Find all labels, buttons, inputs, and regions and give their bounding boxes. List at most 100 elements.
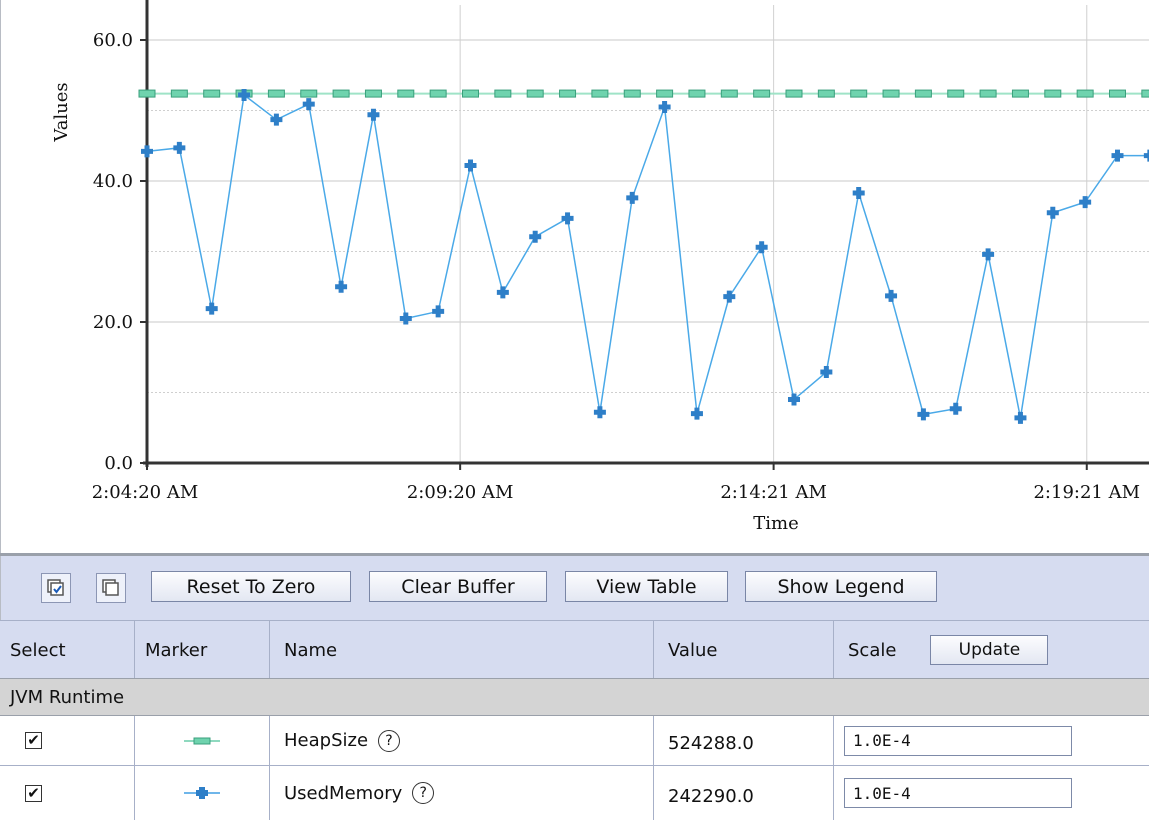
heapsize-point bbox=[591, 89, 609, 98]
row-checkbox[interactable]: ✔ bbox=[25, 732, 42, 749]
row-checkbox[interactable]: ✔ bbox=[25, 784, 42, 802]
x-tick-label: 2:19:21 AM bbox=[1033, 482, 1140, 503]
heapsize-point bbox=[656, 89, 674, 98]
usedmemory-point bbox=[529, 230, 542, 243]
usedmemory-point bbox=[464, 159, 477, 172]
scale-cell bbox=[834, 716, 1149, 765]
usedmemory-point bbox=[690, 407, 703, 420]
x-tick-label: 2:09:20 AM bbox=[407, 482, 514, 503]
reset-to-zero-button[interactable]: Reset To Zero bbox=[151, 571, 351, 602]
heapsize-point bbox=[494, 89, 512, 98]
heapsize-point bbox=[914, 89, 932, 98]
heapsize-point bbox=[979, 89, 997, 98]
heapsize-point bbox=[947, 89, 965, 98]
usedmemory-point bbox=[917, 408, 930, 421]
scale-cell bbox=[834, 766, 1149, 820]
column-header-marker[interactable]: Marker bbox=[135, 621, 270, 679]
y-tick-label: 40.0 bbox=[93, 171, 133, 192]
usedmemory-marker-icon bbox=[184, 787, 220, 799]
heapsize-point bbox=[267, 89, 285, 98]
heapsize-point bbox=[429, 89, 447, 98]
chart-area: 0.0 20.0 40.0 60.0 2:04:20 AM 2:09:20 AM 2:14:… bbox=[0, 0, 1149, 553]
heapsize-point bbox=[882, 89, 900, 98]
name-cell: UsedMemory ? bbox=[270, 766, 654, 820]
show-legend-button[interactable]: Show Legend bbox=[745, 571, 937, 602]
marker-cell bbox=[135, 766, 270, 820]
heapsize-marker-icon bbox=[184, 737, 220, 744]
heapsize-point bbox=[817, 89, 835, 98]
usedmemory-series-line bbox=[146, 93, 1149, 419]
heapsize-point bbox=[364, 89, 382, 98]
update-button[interactable]: Update bbox=[930, 635, 1049, 665]
usedmemory-point bbox=[852, 186, 865, 199]
heapsize-point bbox=[138, 89, 156, 98]
heapsize-point bbox=[1076, 89, 1094, 98]
heapsize-point bbox=[753, 89, 771, 98]
heapsize-point bbox=[785, 89, 803, 98]
heapsize-point bbox=[462, 89, 479, 98]
group-label: JVM Runtime bbox=[10, 686, 125, 708]
heapsize-point bbox=[332, 89, 350, 98]
marker-cell bbox=[135, 716, 270, 765]
usedmemory-point bbox=[270, 113, 283, 126]
scale-label: Scale bbox=[848, 639, 897, 661]
y-tick-label: 20.0 bbox=[93, 312, 133, 333]
name-cell: HeapSize ? bbox=[270, 716, 654, 765]
x-axis-title: Time bbox=[753, 513, 798, 534]
heapsize-point bbox=[720, 89, 738, 98]
usedmemory-point bbox=[593, 406, 606, 419]
usedmemory-point bbox=[1143, 149, 1149, 162]
heapsize-point bbox=[559, 89, 577, 98]
scale-input[interactable] bbox=[844, 725, 1072, 756]
heapsize-point bbox=[1109, 89, 1126, 98]
table-header: Select Marker Name Value Scale Update bbox=[0, 620, 1149, 679]
usedmemory-point bbox=[335, 280, 348, 293]
row-name: HeapSize bbox=[284, 730, 369, 751]
clear-buffer-button[interactable]: Clear Buffer bbox=[369, 571, 547, 602]
column-header-value[interactable]: Value bbox=[654, 621, 834, 679]
usedmemory-point bbox=[626, 191, 639, 204]
heapsize-point bbox=[170, 89, 188, 98]
usedmemory-point bbox=[1079, 196, 1092, 209]
usedmemory-point bbox=[755, 241, 768, 254]
deselect-all-icon[interactable] bbox=[96, 573, 126, 603]
usedmemory-point bbox=[1014, 411, 1027, 424]
view-table-button[interactable]: View Table bbox=[565, 571, 728, 602]
value-cell: 242290.0 bbox=[654, 766, 834, 820]
toolbar: Reset To Zero Clear Buffer View Table Sh… bbox=[0, 556, 1149, 620]
usedmemory-point bbox=[561, 212, 574, 225]
select-cell: ✔ bbox=[0, 766, 135, 820]
y-tick-label: 60.0 bbox=[93, 30, 133, 51]
usedmemory-point bbox=[399, 312, 412, 325]
column-header-name[interactable]: Name bbox=[270, 621, 654, 679]
usedmemory-point bbox=[367, 108, 380, 121]
heapsize-point bbox=[850, 89, 868, 98]
row-value: 524288.0 bbox=[668, 733, 754, 754]
heapsize-point bbox=[1141, 89, 1149, 98]
scale-input[interactable] bbox=[844, 778, 1072, 808]
usedmemory-point bbox=[1111, 149, 1124, 162]
help-icon[interactable]: ? bbox=[412, 782, 435, 804]
heapsize-point bbox=[526, 89, 544, 98]
y-tick-label: 0.0 bbox=[104, 453, 133, 474]
usedmemory-point bbox=[496, 286, 509, 299]
heapsize-point bbox=[397, 89, 415, 98]
x-tick-label: 2:14:21 AM bbox=[720, 482, 827, 503]
usedmemory-point bbox=[141, 145, 153, 158]
usedmemory-point bbox=[982, 248, 995, 261]
heapsize-point bbox=[300, 89, 318, 98]
column-header-select[interactable]: Select bbox=[0, 621, 135, 679]
heapsize-point bbox=[623, 89, 641, 98]
heapsize-point bbox=[688, 89, 706, 98]
column-header-scale: Scale Update bbox=[834, 621, 1149, 679]
grid-lines bbox=[147, 5, 1149, 463]
usedmemory-point bbox=[173, 141, 186, 154]
x-tick-label: 2:04:20 AM bbox=[92, 482, 199, 503]
usedmemory-point bbox=[949, 402, 962, 415]
heapsize-point bbox=[203, 89, 221, 98]
select-all-icon[interactable] bbox=[41, 573, 71, 603]
usedmemory-point bbox=[205, 302, 218, 315]
value-cell: 524288.0 bbox=[654, 716, 834, 765]
table-row: ✔ UsedMemory ? 242290.0 bbox=[0, 766, 1149, 820]
help-icon[interactable]: ? bbox=[378, 729, 401, 752]
